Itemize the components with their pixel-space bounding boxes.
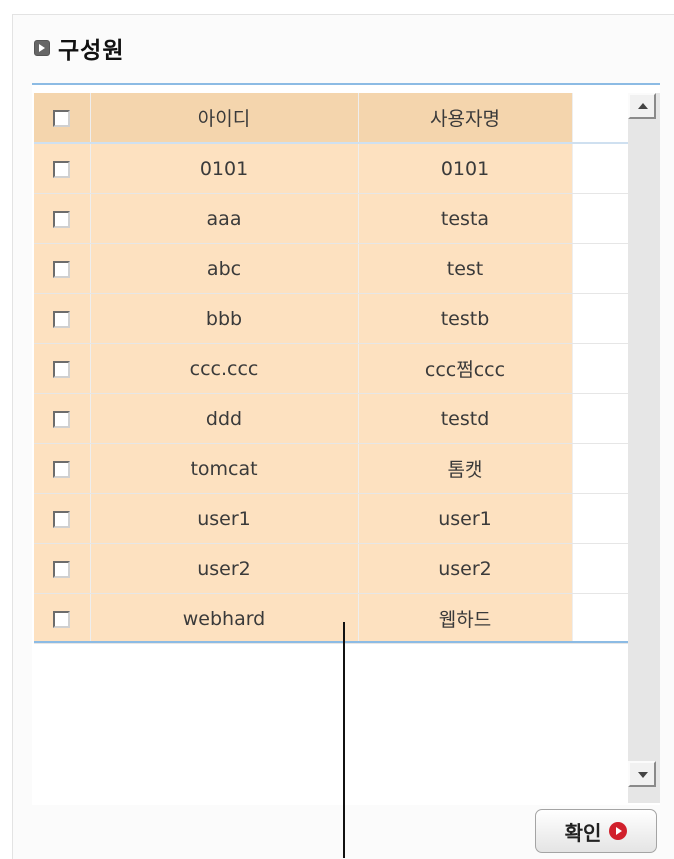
play-square-icon <box>34 40 50 56</box>
row-checkbox[interactable] <box>53 560 71 578</box>
scroll-down-button[interactable] <box>628 761 656 787</box>
cell-name: user2 <box>358 543 573 594</box>
row-checkbox-cell <box>34 593 91 644</box>
cell-id: ccc.ccc <box>90 343 359 394</box>
triangle-down-icon <box>638 772 648 778</box>
panel-title: 구성원 <box>58 38 125 64</box>
row-checkbox-cell <box>34 393 91 444</box>
cell-id: aaa <box>90 193 359 244</box>
row-filler <box>572 443 628 494</box>
row-checkbox[interactable] <box>53 310 71 328</box>
table-row[interactable]: user1 user1 <box>34 493 628 544</box>
table-row[interactable]: tomcat 톰캣 <box>34 443 628 494</box>
row-checkbox-cell <box>34 293 91 344</box>
row-checkbox[interactable] <box>53 510 71 528</box>
column-header-id[interactable]: 아이디 <box>90 93 359 144</box>
row-filler <box>572 293 628 344</box>
table-row[interactable]: abc test <box>34 243 628 294</box>
row-checkbox[interactable] <box>53 160 71 178</box>
row-checkbox-cell <box>34 493 91 544</box>
table-header-row: 아이디 사용자명 <box>34 93 628 144</box>
cell-name: test <box>358 243 573 294</box>
cell-name: testa <box>358 193 573 244</box>
row-checkbox-cell <box>34 143 91 194</box>
cell-id: webhard <box>90 593 359 644</box>
cell-id: 0101 <box>90 143 359 194</box>
select-all-checkbox[interactable] <box>53 109 71 127</box>
table-row[interactable]: ddd testd <box>34 393 628 444</box>
confirm-button[interactable]: 확인 <box>535 809 657 853</box>
row-checkbox-cell <box>34 243 91 294</box>
row-filler <box>572 543 628 594</box>
table-row[interactable]: ccc.ccc ccc쩜ccc <box>34 343 628 394</box>
row-filler <box>572 593 628 644</box>
cell-name: testd <box>358 393 573 444</box>
row-checkbox[interactable] <box>53 410 71 428</box>
red-arrow-circle-icon <box>609 822 628 840</box>
cell-id: abc <box>90 243 359 294</box>
cell-id: user2 <box>90 543 359 594</box>
table-bottom-border <box>34 641 628 643</box>
row-filler <box>572 193 628 244</box>
select-all-cell <box>34 93 91 144</box>
cell-id: ddd <box>90 393 359 444</box>
cell-id: bbb <box>90 293 359 344</box>
member-list: 아이디 사용자명 0101 0101 aaa testa abc test bbb testb… <box>32 83 660 805</box>
cell-name: ccc쩜ccc <box>358 343 573 394</box>
row-checkbox[interactable] <box>53 360 71 378</box>
table-row[interactable]: 0101 0101 <box>34 143 628 194</box>
cell-name: user1 <box>358 493 573 544</box>
row-filler <box>572 243 628 294</box>
table-row[interactable]: webhard 웹하드 <box>34 593 628 644</box>
row-checkbox[interactable] <box>53 260 71 278</box>
row-filler <box>572 143 628 194</box>
row-checkbox-cell <box>34 543 91 594</box>
row-filler <box>572 493 628 544</box>
annotation-line <box>343 622 345 858</box>
cell-id: user1 <box>90 493 359 544</box>
cell-name: testb <box>358 293 573 344</box>
panel-header: 구성원 <box>34 34 125 64</box>
vertical-scrollbar[interactable] <box>628 93 660 803</box>
cell-id: tomcat <box>90 443 359 494</box>
cell-name: 톰캣 <box>358 443 573 494</box>
triangle-up-icon <box>638 103 648 109</box>
member-table: 아이디 사용자명 0101 0101 aaa testa abc test bbb testb… <box>34 93 628 644</box>
row-filler <box>572 343 628 394</box>
scroll-up-button[interactable] <box>628 93 656 119</box>
row-checkbox[interactable] <box>53 460 71 478</box>
table-row[interactable]: bbb testb <box>34 293 628 344</box>
table-row[interactable]: aaa testa <box>34 193 628 244</box>
cell-name: 0101 <box>358 143 573 194</box>
confirm-label: 확인 <box>564 820 602 845</box>
row-filler <box>572 393 628 444</box>
cell-name: 웹하드 <box>358 593 573 644</box>
row-checkbox-cell <box>34 443 91 494</box>
column-header-name[interactable]: 사용자명 <box>358 93 573 144</box>
header-filler <box>572 93 628 144</box>
row-checkbox[interactable] <box>53 610 71 628</box>
row-checkbox-cell <box>34 193 91 244</box>
table-row[interactable]: user2 user2 <box>34 543 628 594</box>
row-checkbox-cell <box>34 343 91 394</box>
row-checkbox[interactable] <box>53 210 71 228</box>
